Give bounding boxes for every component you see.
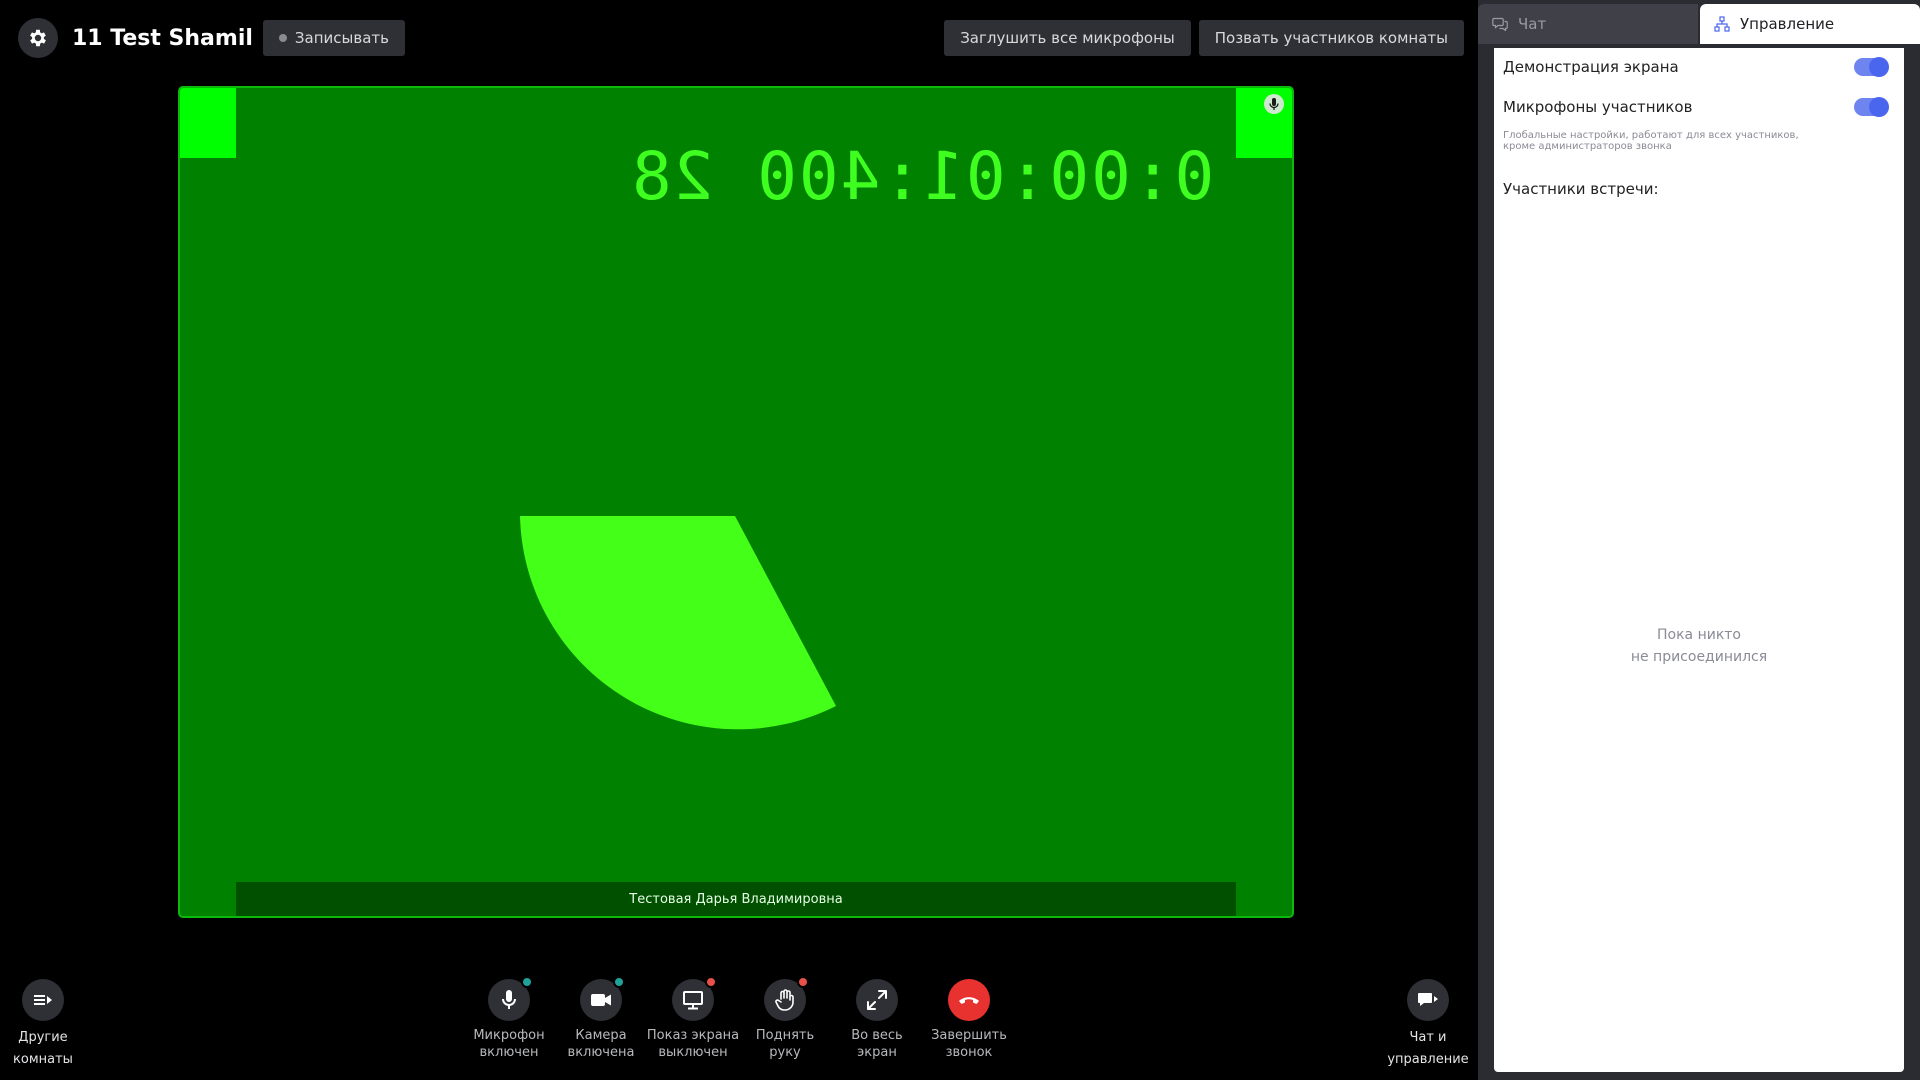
header: 11 Test Shamil Записывать: [18, 18, 405, 58]
participant-mics-toggle[interactable]: [1854, 97, 1889, 117]
tab-chat-label: Чат: [1518, 15, 1547, 33]
panel-tabs: Чат Управление: [1478, 4, 1920, 44]
mic-toggle-button[interactable]: Микрофон включен: [459, 976, 559, 1061]
empty-participants-message: Пока никто не присоединился: [1494, 624, 1904, 668]
participant-mics-setting-label: Микрофоны участников: [1503, 98, 1693, 116]
sitemap-icon: [1714, 16, 1730, 32]
camera-circle: [580, 976, 625, 1021]
microphone-icon: [502, 990, 516, 1009]
empty-message-line: не присоединился: [1630, 649, 1768, 665]
hand-circle: [764, 976, 809, 1021]
chat-icon: [1492, 17, 1508, 31]
end-call-circle: [948, 979, 990, 1021]
test-pattern-corner: [180, 88, 236, 158]
other-rooms-button[interactable]: Другие комнаты: [0, 979, 93, 1071]
global-settings-hint: Глобальные настройки, работают для всех …: [1503, 130, 1799, 152]
record-button[interactable]: Записывать: [262, 20, 405, 56]
tile-mic-icon: [1264, 94, 1284, 114]
screen-share-toggle[interactable]: [1854, 57, 1889, 77]
rooms-list-icon: [34, 995, 52, 1005]
video-timer-text: 0:00:01:400 28: [630, 138, 1215, 215]
screen-share-setting: Демонстрация экрана: [1503, 57, 1889, 77]
screen-circle: [672, 976, 717, 1021]
fullscreen-button[interactable]: Во весь экран: [827, 979, 927, 1061]
status-off-dot: [797, 976, 809, 988]
tab-chat[interactable]: Чат: [1478, 4, 1698, 44]
toggle-knob: [1869, 57, 1889, 77]
participants-heading: Участники встречи:: [1503, 180, 1659, 198]
hang-up-phone-icon: [959, 997, 979, 1004]
tab-manage[interactable]: Управление: [1700, 4, 1920, 44]
camera-toggle-button[interactable]: Камера включена: [551, 976, 651, 1061]
chat-manage-circle: [1407, 979, 1449, 1021]
top-actions: Заглушить все микрофоны Позвать участник…: [944, 20, 1464, 56]
video-tile[interactable]: 0:00:01:400 28 Тестовая Дарья Владимиров…: [178, 86, 1294, 918]
monitor-icon: [683, 991, 703, 1010]
empty-message-line: Пока никто: [1656, 627, 1741, 643]
name-bar-side: [1236, 872, 1292, 916]
status-on-dot: [521, 976, 533, 988]
toggle-knob: [1869, 97, 1889, 117]
participant-name-bar: Тестовая Дарья Владимировна: [236, 882, 1236, 916]
chat-bubble-icon: [1418, 993, 1438, 1006]
end-call-button[interactable]: Завершить звонок: [919, 979, 1019, 1061]
end-call-label: Завершить звонок: [931, 1028, 1007, 1060]
participant-mics-setting: Микрофоны участников: [1503, 97, 1889, 117]
chat-manage-label: Чат и управление: [1387, 1030, 1469, 1067]
mic-circle: [488, 976, 533, 1021]
raise-hand-button[interactable]: Поднять руку: [735, 976, 835, 1061]
hand-icon: [775, 989, 794, 1011]
status-off-dot: [705, 976, 717, 988]
record-dot-icon: [278, 34, 287, 42]
video-call-app: 11 Test Shamil Записывать Заглушить все …: [0, 0, 1920, 1080]
manage-panel-body: Демонстрация экрана Микрофоны участников…: [1494, 48, 1904, 1072]
test-pattern-pie: [520, 516, 836, 730]
screen-share-button[interactable]: Показ экрана выключен: [643, 976, 743, 1061]
name-bar-side: [180, 872, 236, 916]
other-rooms-circle: [22, 979, 64, 1021]
room-title: 11 Test Shamil: [72, 25, 253, 51]
screen-share-setting-label: Демонстрация экрана: [1503, 58, 1679, 76]
record-label: Записывать: [294, 29, 389, 47]
other-rooms-label: Другие комнаты: [13, 1030, 73, 1067]
camera-icon: [591, 994, 611, 1006]
chat-manage-button[interactable]: Чат и управление: [1378, 979, 1478, 1071]
settings-button[interactable]: [18, 18, 58, 58]
gear-icon: [30, 29, 46, 47]
expand-icon: [867, 990, 887, 1010]
test-pattern-corner: [1236, 88, 1292, 158]
fullscreen-circle: [856, 979, 898, 1021]
status-on-dot: [613, 976, 625, 988]
tab-manage-label: Управление: [1740, 15, 1835, 33]
side-panel: Чат Управление Демонстрация экрана Микро…: [1478, 0, 1920, 1080]
mute-all-button[interactable]: Заглушить все микрофоны: [944, 20, 1191, 56]
invite-participants-button[interactable]: Позвать участников комнаты: [1198, 20, 1464, 56]
participant-name: Тестовая Дарья Владимировна: [629, 891, 843, 907]
